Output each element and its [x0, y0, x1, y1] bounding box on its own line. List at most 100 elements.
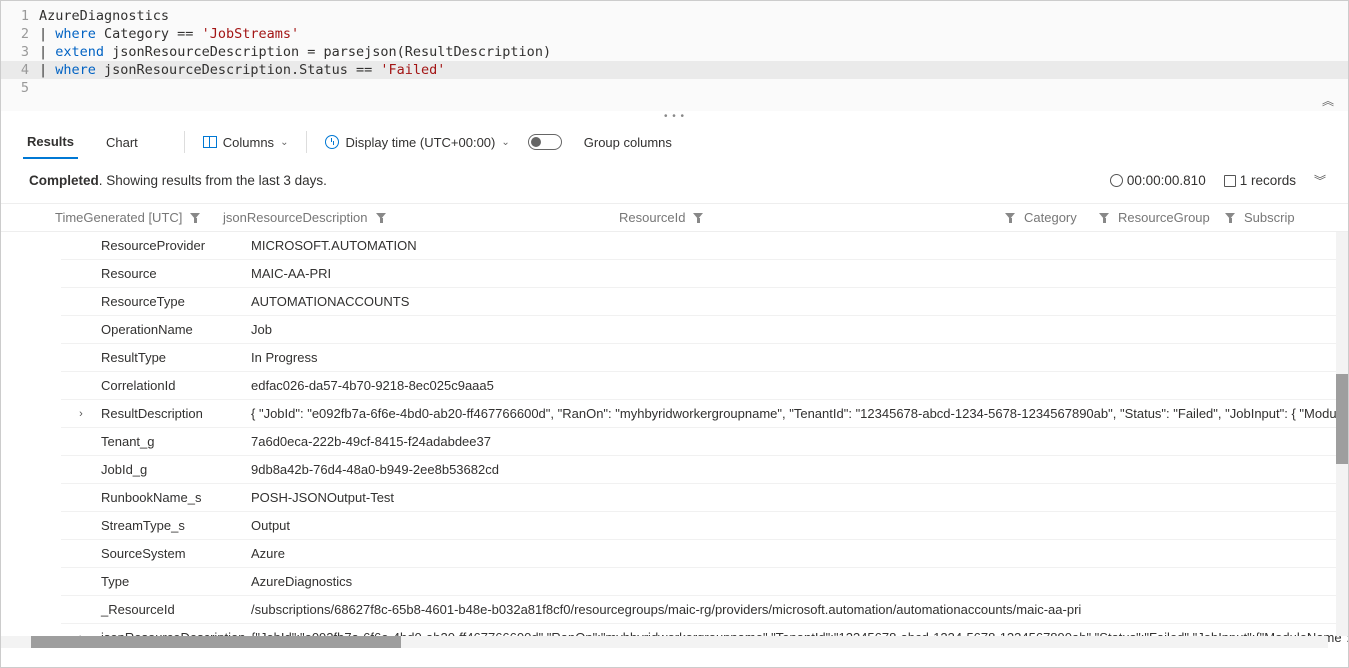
detail-value: Azure	[251, 546, 1348, 561]
results-header-row: TimeGenerated [UTC] jsonResourceDescript…	[1, 204, 1348, 232]
display-time-label: Display time (UTC+00:00)	[345, 135, 495, 150]
vertical-scrollbar[interactable]	[1336, 232, 1348, 636]
detail-row: JobId_g9db8a42b-76d4-48a0-b949-2ee8b5368…	[61, 456, 1348, 484]
detail-row: RunbookName_sPOSH-JSONOutput-Test	[61, 484, 1348, 512]
editor-line[interactable]: 3| extend jsonResourceDescription = pars…	[1, 43, 1348, 61]
status-message: . Showing results from the last 3 days.	[99, 173, 327, 188]
elapsed-time: 00:00:00.810	[1110, 173, 1206, 188]
detail-value: 7a6d0eca-222b-49cf-8415-f24adabdee37	[251, 434, 1348, 449]
status-row: Completed. Showing results from the last…	[1, 162, 1348, 204]
columns-button[interactable]: Columns ⌄	[203, 135, 289, 150]
code-content: | where jsonResourceDescription.Status =…	[39, 61, 445, 79]
clock-icon	[325, 135, 339, 149]
detail-value: AUTOMATIONACCOUNTS	[251, 294, 1348, 309]
results-toolbar: Results Chart Columns ⌄ Display time (UT…	[1, 122, 1348, 162]
chevron-down-icon: ⌄	[501, 137, 509, 148]
editor-line[interactable]: 2| where Category == 'JobStreams'	[1, 25, 1348, 43]
detail-key: Resource	[101, 266, 251, 281]
filter-icon[interactable]	[190, 213, 201, 223]
filter-icon[interactable]	[1005, 213, 1016, 223]
detail-row: ResourceTypeAUTOMATIONACCOUNTS	[61, 288, 1348, 316]
detail-value: In Progress	[251, 350, 1348, 365]
code-content: AzureDiagnostics	[39, 7, 169, 25]
col-jsonresourcedescription[interactable]: jsonResourceDescription	[223, 210, 619, 225]
line-number: 5	[11, 79, 39, 97]
detail-row: _ResourceId/subscriptions/68627f8c-65b8-…	[61, 596, 1348, 624]
col-timegenerated[interactable]: TimeGenerated [UTC]	[55, 210, 223, 225]
detail-value: edfac026-da57-4b70-9218-8ec025c9aaa5	[251, 378, 1348, 393]
editor-line[interactable]: 1AzureDiagnostics	[1, 7, 1348, 25]
columns-icon	[203, 136, 217, 148]
detail-key: StreamType_s	[101, 518, 251, 533]
expand-row-icon[interactable]: ›	[61, 408, 101, 420]
detail-value: { "JobId": "e092fb7a-6f6e-4bd0-ab20-ff46…	[251, 406, 1348, 421]
col-resourcegroup[interactable]: ResourceGroup	[1099, 210, 1225, 225]
expand-down-icon[interactable]: ︾	[1314, 172, 1326, 189]
col-resourceid[interactable]: ResourceId	[619, 210, 1005, 225]
detail-value: AzureDiagnostics	[251, 574, 1348, 589]
detail-row: SourceSystemAzure	[61, 540, 1348, 568]
col-subscription[interactable]: Subscrip	[1225, 210, 1295, 225]
filter-icon[interactable]	[1225, 213, 1236, 223]
detail-key: Tenant_g	[101, 434, 251, 449]
results-detail-pane: ResourceProviderMICROSOFT.AUTOMATIONReso…	[1, 232, 1348, 648]
separator	[184, 131, 185, 153]
detail-row: ›ResultDescription{ "JobId": "e092fb7a-6…	[61, 400, 1348, 428]
code-content: | extend jsonResourceDescription = parse…	[39, 43, 551, 61]
detail-value: Output	[251, 518, 1348, 533]
detail-row: TypeAzureDiagnostics	[61, 568, 1348, 596]
status-completed: Completed	[29, 173, 99, 188]
detail-row: ResourceProviderMICROSOFT.AUTOMATION	[61, 232, 1348, 260]
chevron-down-icon: ⌄	[280, 137, 288, 148]
detail-value: POSH-JSONOutput-Test	[251, 490, 1348, 505]
detail-row: StreamType_sOutput	[61, 512, 1348, 540]
tab-results[interactable]: Results	[23, 126, 78, 159]
detail-row: ResourceMAIC-AA-PRI	[61, 260, 1348, 288]
detail-row: Tenant_g7a6d0eca-222b-49cf-8415-f24adabd…	[61, 428, 1348, 456]
line-number: 4	[11, 61, 39, 79]
detail-key: SourceSystem	[101, 546, 251, 561]
filter-icon[interactable]	[1099, 213, 1110, 223]
code-content: | where Category == 'JobStreams'	[39, 25, 299, 43]
collapse-editor-icon[interactable]: ︽	[1322, 92, 1334, 109]
detail-value: 9db8a42b-76d4-48a0-b949-2ee8b53682cd	[251, 462, 1348, 477]
query-editor[interactable]: 1AzureDiagnostics2| where Category == 'J…	[1, 1, 1348, 111]
records-icon	[1224, 175, 1236, 187]
columns-label: Columns	[223, 135, 274, 150]
resize-handle-icon[interactable]: • • •	[1, 111, 1348, 122]
scrollbar-thumb[interactable]	[1336, 374, 1348, 464]
editor-line[interactable]: 4| where jsonResourceDescription.Status …	[1, 61, 1348, 79]
filter-icon[interactable]	[376, 213, 387, 223]
horizontal-scrollbar[interactable]	[1, 636, 1328, 648]
detail-key: OperationName	[101, 322, 251, 337]
detail-key: ResultDescription	[101, 406, 251, 421]
toggle-off-icon	[528, 134, 562, 150]
detail-row: OperationNameJob	[61, 316, 1348, 344]
detail-key: ResultType	[101, 350, 251, 365]
detail-key: JobId_g	[101, 462, 251, 477]
detail-row: CorrelationIdedfac026-da57-4b70-9218-8ec…	[61, 372, 1348, 400]
display-time-button[interactable]: Display time (UTC+00:00) ⌄	[325, 135, 509, 150]
line-number: 1	[11, 7, 39, 25]
detail-value: Job	[251, 322, 1348, 337]
detail-key: RunbookName_s	[101, 490, 251, 505]
editor-line[interactable]: 5	[1, 79, 1348, 97]
detail-value: MAIC-AA-PRI	[251, 266, 1348, 281]
detail-row: ResultTypeIn Progress	[61, 344, 1348, 372]
line-number: 2	[11, 25, 39, 43]
stopwatch-icon	[1110, 174, 1123, 187]
tab-chart[interactable]: Chart	[102, 127, 142, 158]
col-category[interactable]: Category	[1005, 210, 1099, 225]
scrollbar-thumb[interactable]	[31, 636, 401, 648]
detail-key: ResourceProvider	[101, 238, 251, 253]
line-number: 3	[11, 43, 39, 61]
separator	[306, 131, 307, 153]
detail-key: _ResourceId	[101, 602, 251, 617]
detail-key: CorrelationId	[101, 378, 251, 393]
group-columns-label: Group columns	[584, 135, 672, 150]
group-columns-toggle[interactable]: Group columns	[528, 134, 672, 150]
detail-key: Type	[101, 574, 251, 589]
detail-value: /subscriptions/68627f8c-65b8-4601-b48e-b…	[251, 602, 1348, 617]
record-count: 1 records	[1224, 173, 1296, 188]
filter-icon[interactable]	[693, 213, 704, 223]
